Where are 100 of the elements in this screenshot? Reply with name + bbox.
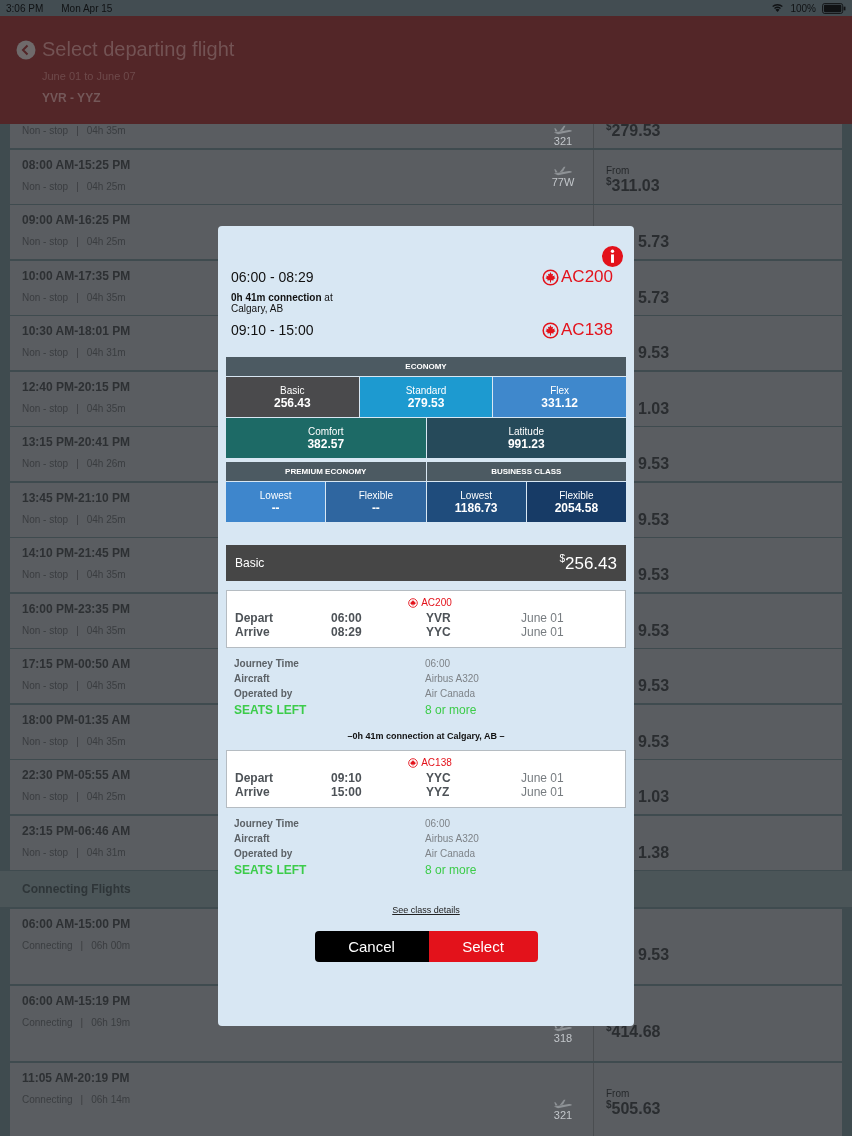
fare-class-label: Flex	[550, 384, 570, 396]
battery-percent: 100%	[790, 2, 816, 14]
cabin-header: ECONOMY	[226, 357, 626, 376]
fare-tile[interactable]: Latitude 991.23	[426, 418, 626, 458]
detail-label: Journey Time	[234, 658, 300, 669]
separator: |	[80, 939, 84, 951]
fare-class-label: Lowest	[460, 489, 492, 501]
separator: |	[76, 680, 79, 691]
flight-number: AC138	[421, 757, 452, 768]
cabin-header: BUSINESS CLASS	[426, 462, 626, 481]
maple-leaf-icon	[542, 321, 559, 339]
separator: |	[76, 624, 79, 636]
airport-code: YVR	[426, 611, 452, 625]
maple-leaf-icon	[542, 268, 559, 286]
connection-note: 0h 41m connection at Calgary, AB	[231, 293, 334, 314]
confirm-button[interactable]: Select	[428, 931, 538, 962]
fare-amount: 991.23	[507, 436, 545, 451]
cancel-button[interactable]: Cancel	[314, 931, 429, 962]
fare-tile[interactable]: Standard 279.53	[359, 377, 493, 417]
fare-class-label: Basic	[280, 384, 305, 396]
leg-label: Depart	[235, 611, 274, 625]
flight-number: AC200	[421, 597, 452, 608]
leg-date: June 01	[521, 785, 565, 799]
separator: |	[76, 236, 79, 247]
separator: |	[76, 513, 79, 525]
airport-code: YYC	[426, 625, 452, 639]
fare-class-label: Lowest	[259, 489, 292, 501]
fare-class-label: Latitude	[508, 425, 545, 437]
aircraft-code: 77W	[551, 175, 575, 188]
leg-time: 08:29	[331, 625, 363, 639]
separator: |	[76, 402, 79, 414]
plane-icon	[553, 165, 573, 176]
fare-amount: 256.43	[274, 395, 311, 410]
leg-time: 06:00	[331, 611, 363, 625]
fare-class-label: Flexible	[559, 489, 594, 501]
fare-tile[interactable]: Lowest 1186.73	[426, 482, 526, 522]
detail-label: Aircraft	[234, 673, 271, 684]
flight-number: AC200	[561, 267, 613, 287]
wifi-icon	[771, 3, 785, 13]
separator: |	[76, 180, 79, 192]
info-icon[interactable]	[602, 246, 623, 267]
maple-leaf-icon	[408, 597, 419, 608]
detail-value: Air Canada	[425, 848, 477, 859]
fare-amount: 331.12	[541, 395, 579, 410]
detail-value: 06:00	[425, 818, 452, 829]
fare-amount: 382.57	[307, 436, 345, 451]
detail-value: Airbus A320	[425, 833, 480, 844]
fare-amount: --	[371, 500, 380, 515]
detail-value: 06:00	[425, 658, 452, 669]
leg-date: June 01	[521, 611, 565, 625]
fare-class-label: Standard	[405, 384, 447, 396]
battery-icon	[822, 2, 846, 14]
class-details-link[interactable]: See class details	[392, 905, 460, 915]
separator: |	[76, 569, 79, 580]
separator: |	[76, 846, 79, 858]
fare-tile[interactable]: Lowest --	[226, 482, 326, 522]
separator: |	[80, 1016, 84, 1028]
fare-tile[interactable]: Comfort 382.57	[226, 418, 426, 458]
detail-value: 8 or more	[425, 703, 478, 717]
aircraft-code: 318	[553, 1031, 573, 1044]
fare-tile[interactable]: Flex 331.12	[493, 377, 626, 417]
detail-label: Operated by	[234, 848, 294, 859]
fare-tile[interactable]: Basic 256.43	[226, 377, 359, 417]
fare-amount: 2054.58	[554, 500, 599, 515]
detail-value: Air Canada	[425, 688, 477, 699]
separator: |	[76, 458, 79, 469]
detail-value: Airbus A320	[425, 673, 480, 684]
fare-amount: 279.53	[407, 395, 445, 410]
detail-label: Operated by	[234, 688, 294, 699]
plane-icon	[553, 1098, 573, 1109]
maple-leaf-icon	[408, 757, 419, 768]
leg-label: Arrive	[235, 625, 271, 639]
leg-date: June 01	[521, 625, 565, 639]
leg-label: Depart	[235, 771, 274, 785]
segment-times: 06:00 - 08:29	[231, 269, 314, 285]
separator: |	[76, 125, 79, 136]
leg-date: June 01	[521, 771, 565, 785]
aircraft-code: 321	[553, 1108, 573, 1121]
fare-amount: 1186.73	[454, 500, 498, 515]
status-time: 3:06 PM	[6, 2, 44, 14]
segment-times: 09:10 - 15:00	[231, 322, 314, 338]
plane-icon	[553, 125, 573, 135]
fare-total: $^{$}$256.43	[559, 552, 617, 574]
connection-label: –0h 41m connection at Calgary, AB –	[346, 731, 506, 741]
detail-label: SEATS LEFT	[234, 703, 308, 717]
airport-code: YYZ	[426, 785, 451, 799]
fare-amount: --	[271, 500, 280, 515]
fare-name: Basic	[235, 556, 265, 570]
airport-code: YYC	[426, 771, 452, 785]
fare-class-label: Comfort	[307, 425, 344, 437]
leg-label: Arrive	[235, 785, 271, 799]
leg-time: 15:00	[331, 785, 363, 799]
separator: |	[76, 791, 79, 802]
fare-tile[interactable]: Flexible 2054.58	[526, 482, 626, 522]
fare-class-label: Flexible	[358, 489, 394, 501]
back-icon[interactable]	[16, 39, 36, 60]
separator: |	[76, 735, 79, 747]
separator: |	[76, 347, 79, 358]
fare-tile[interactable]: Flexible --	[326, 482, 426, 522]
leg-time: 09:10	[331, 771, 363, 785]
